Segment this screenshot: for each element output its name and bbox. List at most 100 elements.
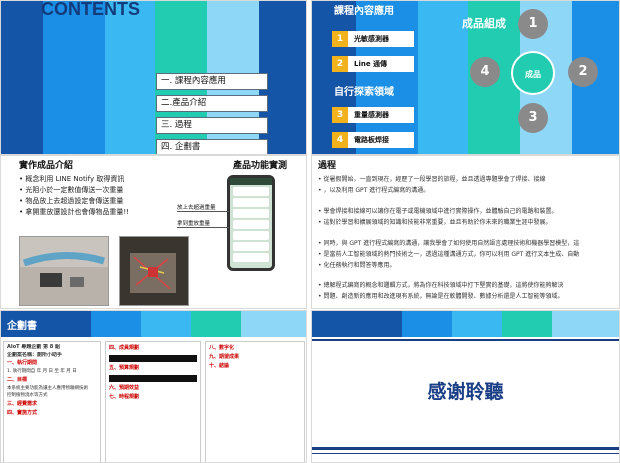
divider [312, 447, 619, 450]
slide-process[interactable]: 過程 • 從暑假開始，一直到現在，經歷了一段學習的旅程，並且透過專題學會了焊接、… [311, 155, 620, 309]
stripe [418, 1, 468, 154]
section-heading: 二、目標 [7, 376, 28, 383]
plan-page-2: 四、成員規劃 五、預算規劃 六、預期效益 七、時程規劃 [105, 341, 201, 462]
item-label: 電路板焊接 [348, 132, 414, 148]
item-number: 2 [332, 56, 348, 72]
annotation-label: 放上去超過重量 [177, 203, 229, 212]
item-label: 光敏感測器 [348, 31, 414, 47]
product-test-title: 產品功能實測 [233, 161, 288, 171]
item-label: Line 通傳 [348, 56, 414, 72]
line-message [233, 231, 269, 240]
text-line: • ，以及利用 GPT 進行程式編寫的溝通。 [318, 187, 430, 194]
line-message [233, 187, 269, 196]
product-heading: 成品組成 [462, 17, 506, 30]
redacted-block [109, 355, 197, 362]
divider [312, 453, 619, 454]
product-intro-title: 實作成品介紹 [19, 161, 74, 171]
section-heading: 六、預期效益 [109, 385, 140, 391]
text-line: • 學會焊接和接線可以讓你在電子或電機領域中進行實際操作，並體驗自己的電路和裝置… [318, 208, 558, 215]
text-line: 控制植物澆水等方式 [7, 393, 48, 398]
section-heading: 九、期望成果 [209, 354, 240, 360]
contents-title: CONTENTS [41, 0, 140, 19]
thanks-text: 感谢聆聽 [427, 381, 504, 403]
section-heading: 一、執行期間 [7, 360, 38, 366]
circuit-photo [119, 236, 189, 306]
plan-title: 企劃書 [7, 321, 37, 332]
slide-plan[interactable]: 企劃書 AIoT 專題企劃 第 8 組 企劃案名稱：廁所小助手 一、執行期間 1… [0, 310, 307, 463]
item-label: 重量感測器 [348, 107, 414, 123]
list-item: • 物品放上去超過設定會傳送重量 [19, 197, 124, 205]
plan-page-3: 八、數字化 九、期望成果 十、結論 [205, 341, 305, 462]
section-heading: 五、預算規劃 [109, 365, 140, 371]
explore-item-1: 3 重量感測器 [332, 107, 414, 123]
divider [312, 339, 619, 341]
header-stripe [402, 311, 452, 337]
section-heading: 八、數字化 [209, 345, 235, 351]
stripe [1, 1, 43, 154]
device-photo [19, 236, 109, 306]
slide-contents[interactable]: CONTENTS 一. 課程內容應用 二.產品介紹 三. 過程 四. 企劃書 [0, 0, 307, 155]
section-heading: 七、時程規劃 [109, 394, 140, 400]
paragraph: • 從暑假開始，一直到現在，經歷了一段學習的旅程，並且透過專題學會了焊接、接線 … [318, 174, 618, 196]
header-stripe [312, 311, 402, 337]
node-1: 1 [518, 9, 548, 39]
redacted-block [109, 375, 197, 382]
text-line: • 是當前人工智能領域的熱門技術之一，透過這種溝通方式，你可以利用 GPT 進行… [318, 251, 580, 258]
contents-item-1: 一. 課程內容應用 [156, 73, 268, 90]
explore-item-2: 4 電路板焊接 [332, 132, 414, 148]
text-line: • 同時，與 GPT 進行程式編寫的溝通，讓我學會了如何使用自然語言處理技術和機… [318, 240, 580, 247]
line-message [233, 220, 269, 229]
section-heading: 三、經費需求 [7, 400, 38, 407]
item-number: 1 [332, 31, 348, 47]
slide-product-intro[interactable]: 實作成品介紹 產品功能實測 • 概念利用 LINE Notify 取得資訊 • … [0, 155, 307, 309]
phone-screenshot [227, 175, 275, 271]
course-heading: 課程內容應用 [334, 6, 394, 17]
header-stripe [452, 311, 502, 337]
phone-header [230, 178, 272, 185]
section-heading: 四、成員規劃 [109, 345, 140, 351]
list-item: • 概念利用 LINE Notify 取得資訊 [19, 175, 125, 183]
list-item: • 光阻小於一定數值傳送一次重量 [19, 186, 124, 194]
center-node: 成品 [511, 51, 555, 95]
text-line: 企劃案名稱：廁所小助手 [7, 351, 63, 358]
line-message [233, 253, 269, 262]
header-stripe [241, 311, 306, 337]
plan-page-1: AIoT 專題企劃 第 8 組 企劃案名稱：廁所小助手 一、執行期間 1. 執行… [3, 341, 101, 462]
stripe [43, 1, 105, 154]
node-2: 2 [568, 57, 598, 87]
text-line: • 這對於學習和擴展領域的知識和技能非常重要，並且有助於你未來的職業生涯中發展。 [318, 219, 552, 226]
text-line: 本系統主要功能為讓主人應用物聯網技術 [7, 385, 88, 391]
contents-item-3: 三. 過程 [156, 117, 268, 134]
header-stripe [141, 311, 191, 337]
text-line: 1. 執行期間自 年 月 日 至 年 月 日 [7, 369, 77, 374]
section-heading: 十、結論 [209, 363, 230, 369]
course-item-1: 1 光敏感測器 [332, 31, 414, 47]
section-heading: 四、實施方式 [7, 409, 38, 416]
header-stripe [552, 311, 619, 337]
slide-thanks[interactable]: 感谢聆聽 [311, 310, 620, 463]
explore-heading: 自行探索領域 [334, 87, 394, 98]
text-line: AIoT 專題企劃 第 8 組 [7, 344, 61, 350]
contents-item-4: 四. 企劃書 [156, 139, 268, 154]
slide-course-overview[interactable]: 課程內容應用 1 光敏感測器 2 Line 通傳 自行探索領域 3 重量感測器 … [311, 0, 620, 155]
line-message [233, 209, 269, 218]
line-message [233, 198, 269, 207]
paragraph: • 總解程式編寫的概念和邏輯方式，將為你在科技領域中打下堅實的基礎，這將使你能夠… [318, 280, 618, 302]
paragraph: • 學會焊接和接線可以讓你在電子或電機領域中進行實際操作，並體驗自己的電路和裝置… [318, 206, 618, 228]
line-message [233, 242, 269, 251]
annotation-label: 拿到重放重量 [177, 219, 229, 228]
header-stripe [191, 311, 241, 337]
item-number: 4 [332, 132, 348, 148]
node-4: 4 [470, 57, 500, 87]
text-line: • 問題、創造新的應用和改進現有系統，無論是在軟體開發、數據分析還是人工智能等領… [318, 293, 564, 300]
stripe [105, 1, 155, 154]
node-3: 3 [518, 103, 548, 133]
text-line: • 總解程式編寫的概念和邏輯方式，將為你在科技領域中打下堅實的基礎，這將使你能夠… [318, 282, 564, 289]
course-item-2: 2 Line 通傳 [332, 56, 414, 72]
header-stripe [502, 311, 552, 337]
contents-item-2: 二.產品介紹 [156, 95, 268, 112]
header-stripe [91, 311, 141, 337]
feature-list: • 概念利用 LINE Notify 取得資訊 • 光阻小於一定數值傳送一次重量… [19, 174, 129, 218]
text-line: • 化任務執行和問答等應用。 [318, 262, 396, 269]
list-item: • 拿開重放還設計也會傳物品重量!! [19, 208, 129, 216]
